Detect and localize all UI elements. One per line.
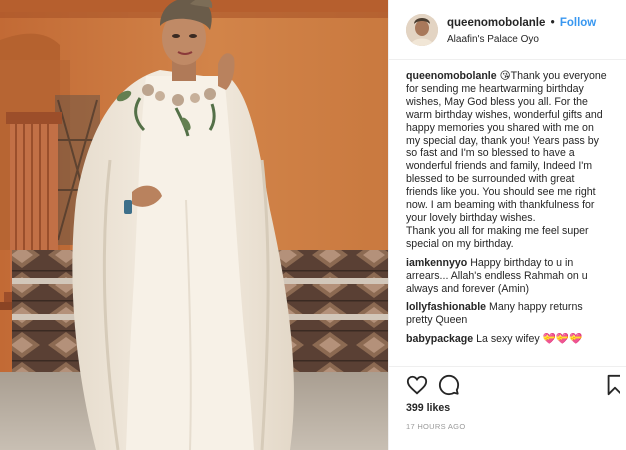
bookmark-icon <box>607 374 620 396</box>
caption-line: warm birthday wishes, wonderful gifts an… <box>406 108 603 121</box>
comments-list: queenomobolanle 😘Thank you everyone for … <box>406 70 622 352</box>
comment-text: pretty Queen <box>406 314 468 327</box>
location-link[interactable]: Alaafin's Palace Oyo <box>447 34 539 45</box>
comment-item: babypackage La sexy wifey 💝💝💝 <box>406 333 622 346</box>
post-timestamp[interactable]: 17 HOURS AGO <box>406 422 465 431</box>
comment-username[interactable]: iamkennyyo <box>406 257 467 269</box>
caption-line: 😘Thank you everyone <box>499 70 607 82</box>
caption-line: wishes, May God bless you all. For the <box>406 95 588 108</box>
save-button[interactable] <box>604 374 620 396</box>
caption: queenomobolanle 😘Thank you everyone for … <box>406 70 622 251</box>
caption-line: your lovely birthday wishes. <box>406 211 536 224</box>
post-photo[interactable] <box>0 0 388 450</box>
comment-item: lollyfashionable Many happy returns pret… <box>406 301 622 327</box>
divider <box>389 366 626 367</box>
caption-line: now. I am beaming with thankfulness for <box>406 199 595 212</box>
caption-line: my special day, thank you! Years pass by <box>406 134 599 147</box>
comment-text: Happy birthday to u in <box>470 256 574 269</box>
header-user-line: queenomobolanle • Follow <box>447 17 596 29</box>
caption-line: friends like you. You should see me righ… <box>406 186 596 199</box>
post-photo-illustration <box>0 0 388 450</box>
comment-text: Many happy returns <box>489 301 583 314</box>
caption-line: so fast and I'm so blessed to have a <box>406 147 575 160</box>
avatar-image <box>406 14 438 46</box>
heart-outline-icon <box>406 375 428 395</box>
post-header: queenomobolanle • Follow Alaafin's Palac… <box>389 0 626 60</box>
follow-button[interactable]: Follow <box>560 17 596 29</box>
likes-count[interactable]: 399 likes <box>406 402 450 414</box>
caption-username[interactable]: queenomobolanle <box>406 70 497 82</box>
comment-item: iamkennyyo Happy birthday to u in arrear… <box>406 257 622 296</box>
caption-line: Thank you all for making me feel super <box>406 224 589 237</box>
caption-line: wonderful friends and family, Indeed I'm <box>406 160 593 173</box>
comment-text: always and forever (Amin) <box>406 282 530 295</box>
comment-username[interactable]: babypackage <box>406 333 473 345</box>
caption-line: blessed to be surrounded with great <box>406 173 575 186</box>
caption-line: happy memories you shared with me on <box>406 121 594 134</box>
comment-text: arrears... Allah's endless Rahmah on u <box>406 269 588 282</box>
comment-username[interactable]: lollyfashionable <box>406 301 486 313</box>
comment-button[interactable] <box>438 374 460 396</box>
caption-line: special on my birthday. <box>406 237 514 250</box>
action-bar <box>406 374 620 396</box>
caption-line: for sending me heartwarming birthday <box>406 82 584 95</box>
avatar[interactable] <box>406 14 438 46</box>
comment-text: La sexy wifey 💝💝💝 <box>476 333 583 346</box>
post-sidebar: queenomobolanle • Follow Alaafin's Palac… <box>388 0 626 450</box>
header-username[interactable]: queenomobolanle <box>447 17 545 29</box>
speech-bubble-icon <box>438 374 460 396</box>
like-button[interactable] <box>406 374 428 396</box>
separator-dot: • <box>550 17 555 29</box>
